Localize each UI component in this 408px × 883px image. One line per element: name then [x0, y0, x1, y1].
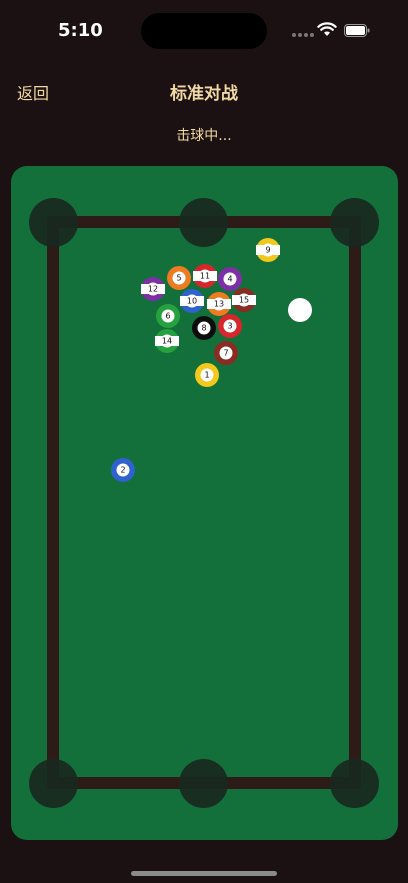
ball-number-label: 5: [172, 271, 186, 285]
ball-6: 6: [156, 304, 180, 328]
ball-7: 7: [214, 341, 238, 365]
nav-bar: 返回 标准对战: [0, 70, 408, 110]
ball-9: 9: [256, 238, 280, 262]
ball-13: 13: [207, 292, 231, 316]
ball-number-label: 4: [223, 272, 237, 286]
status-time: 5:10: [58, 20, 103, 41]
ball-8: 8: [192, 316, 216, 340]
ball-number-label: 11: [198, 269, 212, 283]
ball-number-label: 2: [116, 463, 130, 477]
pocket-bottom-right: [330, 759, 379, 808]
pocket-top-middle: [179, 198, 228, 247]
ball-11: 11: [193, 264, 217, 288]
pocket-top-left: [29, 198, 78, 247]
page-title: 标准对战: [170, 84, 238, 104]
ball-number-label: 9: [261, 243, 275, 257]
ball-number-label: 10: [185, 294, 199, 308]
wifi-icon: [317, 22, 337, 36]
ball-number-label: 3: [223, 319, 237, 333]
ball-12: 12: [141, 277, 165, 301]
ball-1: 1: [195, 363, 219, 387]
ball-number-label: 14: [160, 334, 174, 348]
ball-5: 5: [167, 266, 191, 290]
ball-14: 14: [155, 329, 179, 353]
battery-icon: [344, 24, 370, 37]
ball-4: 4: [218, 267, 242, 291]
ball-number-label: 8: [197, 321, 211, 335]
ball-3: 3: [218, 314, 242, 338]
cue-ball[interactable]: [288, 298, 312, 322]
ball-number-label: 15: [237, 293, 251, 307]
pocket-top-right: [330, 198, 379, 247]
table-rail: [47, 216, 361, 789]
home-indicator: [131, 871, 277, 876]
pocket-bottom-left: [29, 759, 78, 808]
signal-icon: [292, 33, 314, 37]
ball-number-label: 1: [200, 368, 214, 382]
status-bar: 5:10: [0, 0, 408, 60]
ball-2: 2: [111, 458, 135, 482]
ball-10: 10: [180, 289, 204, 313]
ball-number-label: 13: [212, 297, 226, 311]
ball-number-label: 7: [219, 346, 233, 360]
ball-number-label: 12: [146, 282, 160, 296]
ball-number-label: 6: [161, 309, 175, 323]
ball-15: 15: [232, 288, 256, 312]
pocket-bottom-middle: [179, 759, 228, 808]
game-status-text: 击球中...: [176, 128, 232, 144]
dynamic-island: [141, 13, 267, 49]
